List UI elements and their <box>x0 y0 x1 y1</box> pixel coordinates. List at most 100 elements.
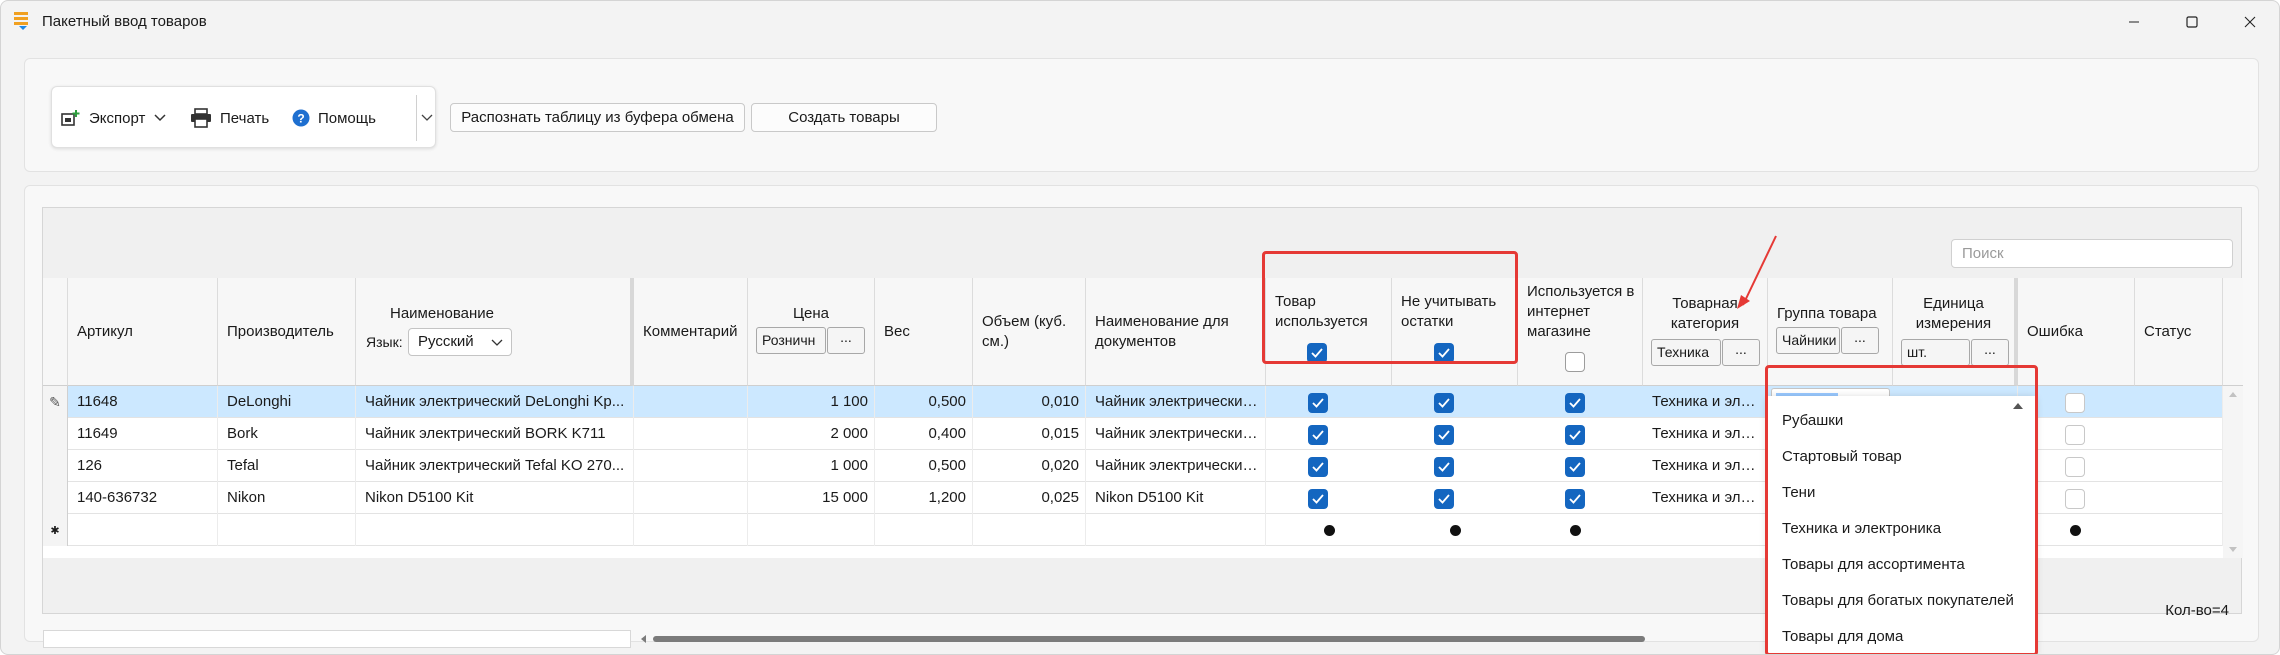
cell-docname[interactable]: Чайник электрический... <box>1086 386 1266 418</box>
no-stock-checkbox[interactable] <box>1434 425 1454 445</box>
indeterminate-checkbox[interactable] <box>1570 525 1581 536</box>
used-checkbox[interactable] <box>1308 425 1328 445</box>
online-header-checkbox[interactable] <box>1565 352 1585 372</box>
col-header-price[interactable]: Цена Розничн ... <box>748 278 875 386</box>
unit-select[interactable]: шт. <box>1901 339 1970 366</box>
ribbon-expand-button[interactable] <box>416 103 437 133</box>
indeterminate-checkbox[interactable] <box>1450 525 1461 536</box>
col-header-status[interactable]: Статус <box>2135 278 2223 386</box>
error-checkbox[interactable] <box>2065 393 2085 413</box>
cell-manufacturer[interactable]: Bork <box>218 418 356 450</box>
cell-status[interactable] <box>2135 514 2223 546</box>
cell-price[interactable]: 15 000 <box>748 482 875 514</box>
cell-status[interactable] <box>2135 386 2223 418</box>
error-checkbox[interactable] <box>2065 489 2085 509</box>
search-input[interactable] <box>1951 239 2233 268</box>
cell-name[interactable]: Чайник электрический BORK K711 <box>356 418 634 450</box>
col-header-name[interactable]: Наименование Язык: Русский <box>356 278 634 386</box>
cell-article[interactable]: 140-636732 <box>68 482 218 514</box>
col-header-volume[interactable]: Объем (куб. см.) <box>973 278 1086 386</box>
cell-price[interactable]: 1 000 <box>748 450 875 482</box>
cell-weight[interactable]: 0,400 <box>875 418 973 450</box>
no-stock-checkbox[interactable] <box>1434 393 1454 413</box>
cell-name[interactable]: Nikon D5100 Kit <box>356 482 634 514</box>
indeterminate-checkbox[interactable] <box>2070 525 2081 536</box>
cell-article[interactable]: 11649 <box>68 418 218 450</box>
cell-status[interactable] <box>2135 450 2223 482</box>
cell-manufacturer[interactable]: Nikon <box>218 482 356 514</box>
online-checkbox[interactable] <box>1565 425 1585 445</box>
new-row-indicator[interactable]: ✱ <box>43 514 68 546</box>
col-header-weight[interactable]: Вес <box>875 278 973 386</box>
cell-name[interactable] <box>356 514 634 546</box>
col-header-online[interactable]: Используется в интернет магазине <box>1518 278 1643 386</box>
cell-manufacturer[interactable] <box>218 514 356 546</box>
cell-category[interactable]: Техника и эле... <box>1643 386 1768 418</box>
vertical-scrollbar[interactable] <box>2223 386 2243 558</box>
cell-weight[interactable]: 1,200 <box>875 482 973 514</box>
cell-name[interactable]: Чайник электрический DeLonghi Kр... <box>356 386 634 418</box>
online-checkbox[interactable] <box>1565 489 1585 509</box>
edit-row-indicator[interactable]: ✎ <box>43 386 68 418</box>
unit-dots-button[interactable]: ... <box>1971 339 2009 366</box>
col-header-manufacturer[interactable]: Производитель <box>218 278 356 386</box>
frozen-columns-scrollbar[interactable] <box>43 630 631 648</box>
export-button[interactable]: Экспорт <box>61 103 175 133</box>
group-dots-button[interactable]: ... <box>1841 327 1879 354</box>
cell-name[interactable]: Чайник электрический Tefal KO 270... <box>356 450 634 482</box>
horizontal-scroll-thumb[interactable] <box>653 636 1645 642</box>
cell-docname[interactable]: Чайник электрический... <box>1086 418 1266 450</box>
cell-category[interactable]: Техника и эле... <box>1643 482 1768 514</box>
category-select[interactable]: Техника <box>1651 339 1721 366</box>
recognize-clipboard-button[interactable]: Распознать таблицу из буфера обмена <box>450 103 745 132</box>
cell-comment[interactable] <box>634 418 748 450</box>
col-header-article[interactable]: Артикул <box>68 278 218 386</box>
minimize-button[interactable] <box>2111 7 2157 37</box>
cell-status[interactable] <box>2135 418 2223 450</box>
cell-article[interactable]: 126 <box>68 450 218 482</box>
used-checkbox[interactable] <box>1308 489 1328 509</box>
group-select[interactable]: Чайники <box>1776 327 1840 354</box>
cell-comment[interactable] <box>634 482 748 514</box>
print-button[interactable]: Печать <box>190 103 269 133</box>
cell-manufacturer[interactable]: Tefal <box>218 450 356 482</box>
cell-price[interactable]: 2 000 <box>748 418 875 450</box>
cell-price[interactable]: 1 100 <box>748 386 875 418</box>
online-checkbox[interactable] <box>1565 393 1585 413</box>
price-type-select[interactable]: Розничн <box>756 327 826 354</box>
cell-weight[interactable]: 0,500 <box>875 450 973 482</box>
row-header[interactable] <box>43 418 68 450</box>
cell-volume[interactable]: 0,025 <box>973 482 1086 514</box>
cell-article[interactable]: 11648 <box>68 386 218 418</box>
language-select[interactable]: Русский <box>408 328 512 356</box>
used-checkbox[interactable] <box>1308 457 1328 477</box>
cell-docname[interactable]: Nikon D5100 Kit <box>1086 482 1266 514</box>
cell-price[interactable] <box>748 514 875 546</box>
cell-category[interactable]: Техника и эле... <box>1643 418 1768 450</box>
cell-weight[interactable]: 0,500 <box>875 386 973 418</box>
create-products-button[interactable]: Создать товары <box>751 103 937 132</box>
category-dots-button[interactable]: ... <box>1722 339 1760 366</box>
cell-docname[interactable]: Чайник электрический... <box>1086 450 1266 482</box>
error-checkbox[interactable] <box>2065 425 2085 445</box>
cell-comment[interactable] <box>634 450 748 482</box>
cell-volume[interactable]: 0,015 <box>973 418 1086 450</box>
cell-category[interactable]: Техника и эле... <box>1643 450 1768 482</box>
error-checkbox[interactable] <box>2065 457 2085 477</box>
indeterminate-checkbox[interactable] <box>1324 525 1335 536</box>
cell-manufacturer[interactable]: DeLonghi <box>218 386 356 418</box>
online-checkbox[interactable] <box>1565 457 1585 477</box>
no-stock-checkbox[interactable] <box>1434 457 1454 477</box>
cell-volume[interactable]: 0,010 <box>973 386 1086 418</box>
cell-weight[interactable] <box>875 514 973 546</box>
cell-comment[interactable] <box>634 514 748 546</box>
row-header[interactable] <box>43 450 68 482</box>
cell-volume[interactable]: 0,020 <box>973 450 1086 482</box>
close-button[interactable] <box>2227 7 2273 37</box>
col-header-docname[interactable]: Наименование для документов <box>1086 278 1266 386</box>
row-header[interactable] <box>43 482 68 514</box>
maximize-button[interactable] <box>2169 7 2215 37</box>
price-type-dots-button[interactable]: ... <box>827 327 865 354</box>
cell-volume[interactable] <box>973 514 1086 546</box>
help-button[interactable]: ? Помощь <box>292 103 376 133</box>
